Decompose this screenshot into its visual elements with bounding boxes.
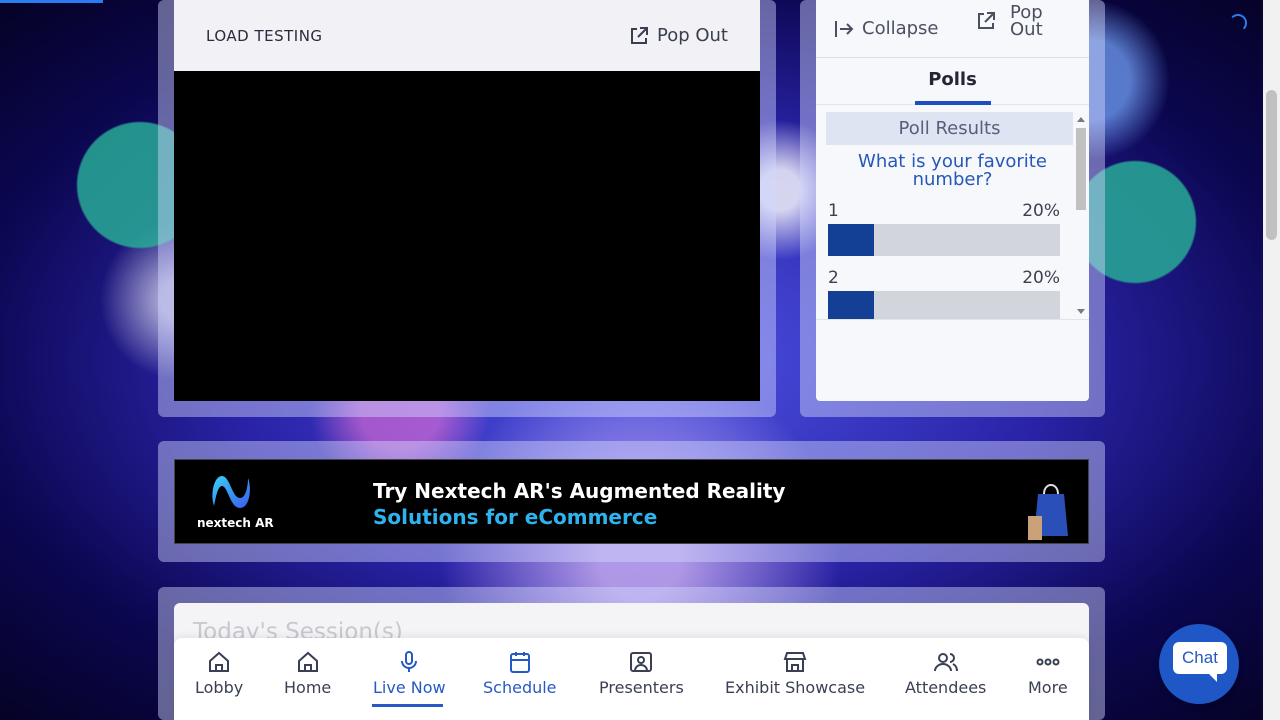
scroll-up-arrow-icon[interactable] — [1077, 117, 1085, 122]
poll-option-bar — [828, 291, 1060, 319]
nav-attendees[interactable]: Attendees — [905, 650, 986, 697]
bottom-navigation: Lobby Home Live Now Schedule Presenters … — [174, 638, 1089, 720]
banner-subheadline: Solutions for eCommerce — [373, 505, 658, 529]
nav-lobby[interactable]: Lobby — [195, 650, 243, 697]
external-link-icon — [978, 12, 995, 29]
nav-more-label: More — [1028, 678, 1068, 697]
poll-option-percent: 20% — [1022, 201, 1060, 221]
scroll-down-arrow-icon[interactable] — [1077, 309, 1085, 314]
side-panel: Collapse Pop Out Polls Poll Results What… — [816, 0, 1089, 401]
nav-presenters[interactable]: Presenters — [599, 650, 684, 697]
collapse-label: Collapse — [862, 18, 939, 39]
side-popout-label: Pop Out — [1010, 4, 1043, 40]
nextech-logo-icon — [212, 476, 250, 508]
presenter-icon — [630, 652, 653, 672]
video-popout-button[interactable]: Pop Out — [629, 25, 728, 46]
calendar-icon — [509, 652, 530, 673]
chat-button[interactable]: Chat — [1159, 624, 1239, 704]
collapse-icon — [835, 20, 854, 37]
side-panel-tabs: Polls — [816, 58, 1089, 105]
ellipsis-icon — [1036, 658, 1060, 666]
chat-label: Chat — [1173, 642, 1227, 674]
poll-option-label: 2 — [828, 268, 839, 288]
poll-results: Poll Results What is your favorite numbe… — [816, 112, 1089, 320]
home-icon — [209, 651, 230, 672]
poll-option-bar-fill — [828, 291, 875, 319]
home-icon — [297, 651, 318, 672]
poll-results-header: Poll Results — [826, 112, 1073, 145]
people-icon — [933, 653, 958, 672]
nav-exhibit-showcase-label: Exhibit Showcase — [725, 678, 866, 697]
nav-home-label: Home — [284, 678, 332, 697]
poll-option: 2 20% — [828, 268, 1060, 319]
nav-more[interactable]: More — [1028, 650, 1068, 697]
nav-presenters-label: Presenters — [599, 678, 684, 697]
poll-option-bar — [828, 224, 1060, 256]
page-scrollbar[interactable] — [1263, 0, 1280, 720]
poll-option: 1 20% — [828, 201, 1060, 256]
nav-exhibit-showcase[interactable]: Exhibit Showcase — [725, 650, 865, 697]
nav-schedule-label: Schedule — [483, 678, 557, 697]
poll-scrollbar[interactable] — [1072, 112, 1089, 319]
nav-schedule[interactable]: Schedule — [483, 650, 557, 697]
nav-live-now-label: Live Now — [373, 678, 446, 697]
sponsor-banner[interactable]: nextech AR Try Nextech AR's Augmented Re… — [174, 459, 1089, 544]
nav-home[interactable]: Home — [284, 650, 331, 697]
poll-option-label: 1 — [828, 201, 839, 221]
video-title: LOAD TESTING — [206, 26, 323, 45]
page-scroll-thumb[interactable] — [1266, 90, 1277, 240]
collapse-button[interactable]: Collapse — [834, 18, 939, 39]
chat-bubble-icon — [1207, 672, 1217, 682]
poll-scroll-thumb[interactable] — [1076, 128, 1086, 210]
nav-lobby-label: Lobby — [195, 678, 244, 697]
poll-option-bar-fill — [828, 224, 875, 256]
banner-logo-text: nextech AR — [197, 516, 274, 530]
poll-question: What is your favorite number? — [858, 151, 1047, 190]
video-popout-label: Pop Out — [656, 25, 728, 46]
banner-headline: Try Nextech AR's Augmented Reality — [373, 479, 786, 503]
tab-polls[interactable]: Polls — [914, 58, 991, 105]
loading-spinner-icon — [1229, 14, 1247, 32]
video-player[interactable] — [174, 71, 760, 401]
shopping-bag-icon — [1028, 484, 1068, 540]
active-nav-indicator — [372, 704, 443, 707]
page-load-progress — [0, 0, 103, 3]
side-panel-header: Collapse Pop Out — [816, 0, 1089, 58]
storefront-icon — [783, 652, 807, 672]
video-card: LOAD TESTING Pop Out — [174, 0, 760, 401]
side-popout-button[interactable]: Pop Out — [976, 4, 1043, 40]
external-link-icon — [630, 26, 648, 44]
nav-live-now[interactable]: Live Now — [373, 650, 446, 697]
poll-option-percent: 20% — [1022, 268, 1060, 288]
microphone-icon — [401, 651, 418, 672]
side-popout-line2: Out — [1010, 19, 1043, 40]
nav-attendees-label: Attendees — [905, 678, 987, 697]
video-header: LOAD TESTING Pop Out — [174, 0, 760, 71]
